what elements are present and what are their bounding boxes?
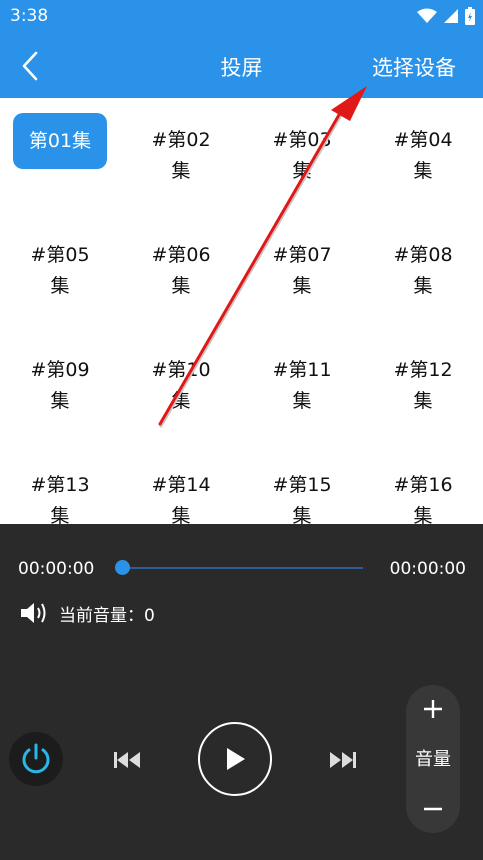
next-button[interactable] bbox=[326, 746, 360, 774]
episode-item[interactable]: #第11 集 bbox=[242, 355, 362, 417]
episode-item[interactable]: #第04 集 bbox=[363, 125, 483, 187]
episode-label-line1: #第13 bbox=[30, 474, 90, 496]
minus-icon bbox=[424, 807, 442, 811]
volume-up-button[interactable] bbox=[406, 689, 460, 729]
episode-item[interactable]: #第12 集 bbox=[363, 355, 483, 417]
episode-label-line2: 集 bbox=[292, 275, 312, 297]
status-time: 3:38 bbox=[10, 6, 49, 26]
episode-label-line2: 集 bbox=[292, 505, 312, 524]
episode-label-line2: 集 bbox=[413, 390, 433, 412]
status-bar: 3:38 bbox=[0, 0, 483, 34]
episode-label-line1: #第04 bbox=[393, 129, 453, 151]
episode-label-line2: 集 bbox=[50, 505, 70, 524]
total-time: 00:00:00 bbox=[389, 559, 466, 579]
episode-item[interactable]: #第07 集 bbox=[242, 240, 362, 302]
episode-label-line1: #第03 bbox=[272, 129, 332, 151]
episode-label-line2: 集 bbox=[50, 275, 70, 297]
episode-label-line2: 集 bbox=[413, 275, 433, 297]
progress-knob[interactable] bbox=[115, 560, 130, 575]
select-device-button[interactable]: 选择设备 bbox=[372, 52, 456, 82]
episode-label-line2: 集 bbox=[50, 390, 70, 412]
progress-track[interactable] bbox=[122, 567, 363, 569]
episode-label-line1: #第09 bbox=[30, 359, 90, 381]
episode-grid: 第01集 #第02 集 #第03 集 #第04 集 #第05 集 #第06 集 #第07 集 #第08 集 #… bbox=[0, 98, 483, 524]
player-panel: 00:00:00 00:00:00 当前音量：0 音量 bbox=[0, 524, 483, 860]
episode-label-line2: 集 bbox=[413, 505, 433, 524]
episode-item[interactable]: #第05 集 bbox=[0, 240, 120, 302]
episode-label-line1: #第05 bbox=[30, 244, 90, 266]
episode-item[interactable]: #第08 集 bbox=[363, 240, 483, 302]
volume-control-label: 音量 bbox=[415, 749, 451, 770]
episode-item[interactable]: #第09 集 bbox=[0, 355, 120, 417]
episode-label-line2: 集 bbox=[171, 275, 191, 297]
volume-control: 音量 bbox=[406, 685, 460, 833]
episode-item[interactable]: #第06 集 bbox=[121, 240, 241, 302]
episode-label-line1: #第16 bbox=[393, 474, 453, 496]
app-bar: 投屏 选择设备 bbox=[0, 34, 483, 98]
episode-item[interactable]: 第01集 bbox=[13, 113, 107, 169]
episode-item[interactable]: #第15 集 bbox=[242, 470, 362, 524]
episode-label-line1: #第08 bbox=[393, 244, 453, 266]
previous-button[interactable] bbox=[110, 746, 144, 774]
episode-label-line2: 集 bbox=[171, 505, 191, 524]
episode-label-line1: #第11 bbox=[272, 359, 332, 381]
battery-icon bbox=[465, 7, 475, 25]
episode-label-line2: 集 bbox=[292, 390, 312, 412]
episode-label-line1: #第12 bbox=[393, 359, 453, 381]
episode-label-line1: #第10 bbox=[151, 359, 211, 381]
episode-label-line2: 集 bbox=[292, 160, 312, 182]
episode-label-line2: 集 bbox=[171, 160, 191, 182]
current-time: 00:00:00 bbox=[18, 559, 95, 579]
volume-text: 当前音量：0 bbox=[59, 605, 155, 626]
plus-icon bbox=[424, 700, 442, 718]
episode-label-line1: #第15 bbox=[272, 474, 332, 496]
episode-item[interactable]: #第10 集 bbox=[121, 355, 241, 417]
episode-item[interactable]: #第16 集 bbox=[363, 470, 483, 524]
play-icon bbox=[227, 748, 245, 770]
episode-item[interactable]: #第13 集 bbox=[0, 470, 120, 524]
play-button[interactable] bbox=[198, 722, 272, 796]
episode-label-line1: #第07 bbox=[272, 244, 332, 266]
episode-item[interactable]: #第03 集 bbox=[242, 125, 362, 187]
episode-item[interactable]: #第14 集 bbox=[121, 470, 241, 524]
episode-label-line1: #第06 bbox=[151, 244, 211, 266]
skip-previous-icon bbox=[114, 752, 140, 768]
speaker-icon bbox=[21, 603, 46, 623]
volume-down-button[interactable] bbox=[406, 789, 460, 829]
signal-icon bbox=[444, 9, 458, 23]
power-icon bbox=[22, 743, 50, 774]
skip-next-icon bbox=[330, 752, 356, 768]
episode-label-line2: 集 bbox=[413, 160, 433, 182]
status-icons bbox=[417, 7, 475, 25]
episode-label-line1: #第02 bbox=[151, 129, 211, 151]
episode-label-line1: #第14 bbox=[151, 474, 211, 496]
volume-status: 当前音量：0 bbox=[19, 600, 155, 626]
wifi-icon bbox=[417, 8, 437, 23]
episode-label: 第01集 bbox=[28, 130, 92, 152]
episode-item[interactable]: #第02 集 bbox=[121, 125, 241, 187]
episode-label-line2: 集 bbox=[171, 390, 191, 412]
power-button[interactable] bbox=[9, 732, 63, 786]
